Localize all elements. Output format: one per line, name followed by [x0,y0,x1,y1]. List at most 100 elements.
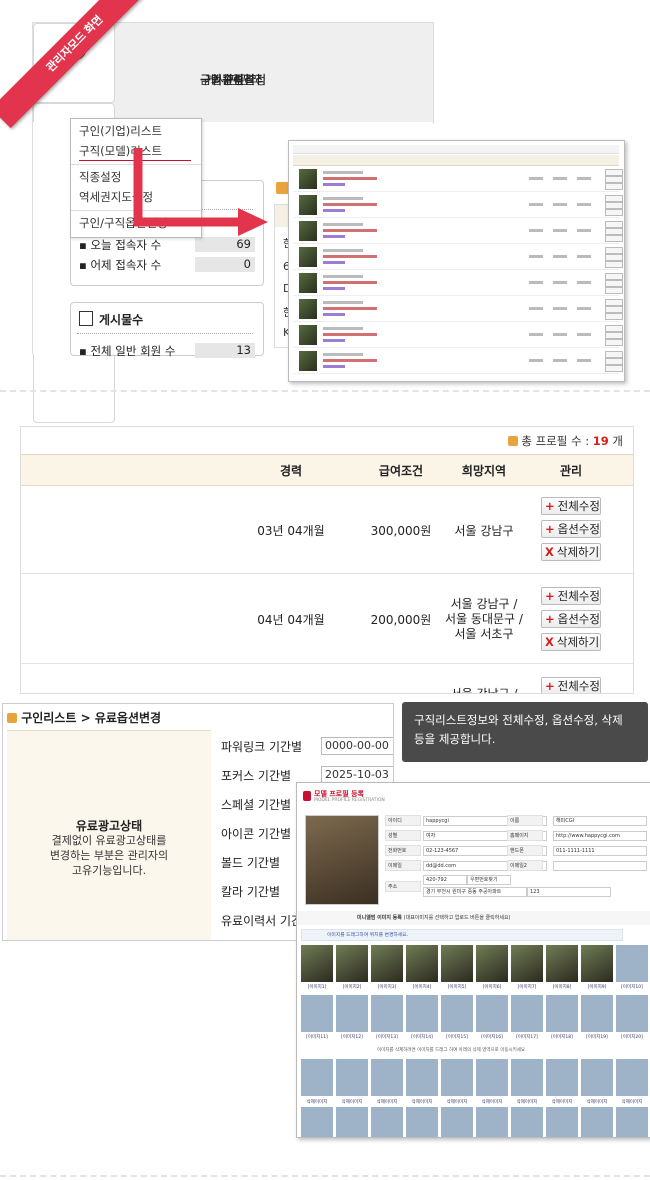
form-field-value[interactable]: 011-1111-1111 [553,846,647,856]
list-header: 경력 급여조건 희망지역 관리 [21,454,633,486]
row1-career: 03년 04개월 [257,524,325,538]
col-salary: 급여조건 [378,464,424,478]
col-career: 경력 [279,464,303,478]
form-field-value[interactable] [553,861,647,871]
delete-slot[interactable] [336,1107,368,1137]
delete-slot[interactable] [441,1107,473,1137]
ad-status-title: 유료광고상태 [75,819,143,833]
thumb-slot[interactable] [511,945,543,982]
stat-all-members: ▪ 전체 일반 회원 수 13 [79,343,255,359]
delete-caption: 삭제이미지 [341,1100,363,1105]
menu-item-job-setting[interactable]: 직종설정 [79,169,121,185]
thumb-slot[interactable] [546,945,578,982]
form-label: 이메일2 [507,860,543,871]
option-label-0: 파워링크 기간별 [221,740,303,754]
delete-caption: 삭제이미지 [481,1100,503,1105]
delete-slot[interactable] [511,1059,543,1096]
thumb-slot[interactable] [581,995,613,1032]
section-divider [0,390,650,392]
delete-slot[interactable] [546,1107,578,1137]
thumb-slot[interactable] [301,945,333,982]
thumb-slot[interactable] [546,995,578,1032]
memo-icon [79,311,93,326]
thumb-slot[interactable] [406,945,438,982]
delete-caption: 삭제이미지 [446,1100,468,1105]
form-label: 전화번호 [385,845,421,856]
thumb-caption: [이미지16] [481,1035,503,1040]
row2-edit-all-button[interactable]: + 전체수정 [541,587,601,605]
form-field-value[interactable]: 해피CGI [553,816,647,826]
thumb-slot[interactable] [441,995,473,1032]
delete-slot[interactable] [406,1107,438,1137]
red-arrow-icon [133,148,268,236]
mini-list-row [293,219,623,244]
delete-slot[interactable] [581,1059,613,1096]
delete-slot[interactable] [616,1107,648,1137]
thumb-slot[interactable] [581,945,613,982]
thumb-caption: [이미지14] [411,1035,433,1040]
row1-delete-button[interactable]: X 삭제하기 [541,543,601,561]
feature-tooltip: 구직리스트정보와 전체수정, 옵션수정, 삭제 등을 제공합니다. [402,702,648,762]
row1-region: 서울 강남구 [454,524,514,538]
delete-slot[interactable] [476,1107,508,1137]
form-label: 성별 [385,830,421,841]
form-label: 홈페이지 [507,830,543,841]
delete-slot[interactable] [371,1059,403,1096]
thumb-slot[interactable] [476,995,508,1032]
thumb-caption: [이미지12] [341,1035,363,1040]
delete-caption: 삭제이미지 [621,1100,643,1105]
delete-slot[interactable] [476,1059,508,1096]
thumb-slot[interactable] [336,995,368,1032]
address-field[interactable]: 경기 부천시 원미구 중동 주공아파트 [423,887,527,897]
thumb-slot[interactable] [616,995,648,1032]
thumb-slot[interactable] [336,945,368,982]
thumb-slot[interactable] [371,995,403,1032]
zip-search-button[interactable]: 우편번호찾기 [467,875,511,885]
delete-slot[interactable] [546,1059,578,1096]
thumb-caption: [이미지18] [551,1035,573,1040]
delete-caption: 삭제이미지 [411,1100,433,1105]
thumb-caption: [이미지17] [516,1035,538,1040]
delete-caption: 삭제이미지 [306,1100,328,1105]
delete-slot[interactable] [336,1059,368,1096]
option-label-4: 볼드 기간별 [221,856,281,870]
form-label: 아이디 [385,815,421,826]
delete-slot[interactable] [511,1107,543,1137]
col-region: 희망지역 [461,464,507,478]
thumb-caption: [이미지8] [552,985,572,990]
address-detail-field[interactable]: 123 [527,887,611,897]
mini-list-row [293,323,623,348]
thumb-slot[interactable] [476,945,508,982]
delete-slot[interactable] [406,1059,438,1096]
delete-slot[interactable] [616,1059,648,1096]
row1-edit-all-button[interactable]: + 전체수정 [541,497,601,515]
option-label-2: 스페셜 기간별 [221,798,292,812]
thumb-slot[interactable] [616,945,648,982]
row3-edit-all-button[interactable]: + 전체수정 [541,677,601,693]
admin-mode-section: ♀구인구직관리$금액관련설정♂회원관리●게시판관리◆솔루 ▪ 오늘 접속자 수6… [0,0,650,423]
form-field-value[interactable]: http://www.happycgi.com [553,831,647,841]
delete-slot[interactable] [441,1059,473,1096]
thumb-caption: [이미지9] [587,985,607,990]
row1-edit-option-button[interactable]: + 옵션수정 [541,520,601,538]
row3-region: 서울 강남구 / [450,687,518,694]
row2-edit-option-button[interactable]: + 옵션수정 [541,610,601,628]
delete-slot[interactable] [301,1059,333,1096]
delete-slot[interactable] [581,1107,613,1137]
zip-code-field[interactable]: 420-792 [423,875,467,885]
thumb-slot[interactable] [406,995,438,1032]
thumb-slot[interactable] [511,995,543,1032]
row2-delete-button[interactable]: X 삭제하기 [541,633,601,651]
thumb-caption: [이미지6] [482,985,502,990]
thumb-slot[interactable] [371,945,403,982]
thumb-slot[interactable] [441,945,473,982]
thumb-slot[interactable] [301,995,333,1032]
ribbon-wrap: 관리자모드 화면 [0,0,170,150]
thumb-caption: [이미지3] [377,985,397,990]
option-label-3: 아이콘 기간별 [221,827,292,841]
delete-slot[interactable] [301,1107,333,1137]
breadcrumb-parent[interactable]: 구인리스트 [21,711,76,725]
model-list-screenshot [288,140,625,382]
option-date-input-0[interactable]: 0000-00-00 [321,737,393,755]
delete-slot[interactable] [371,1107,403,1137]
